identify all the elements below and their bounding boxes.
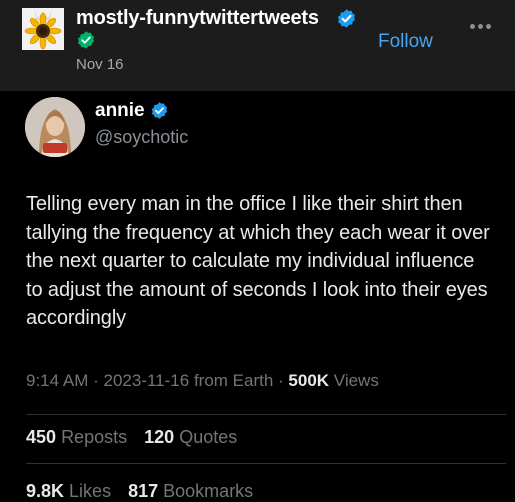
- reposts-count: 450: [26, 427, 57, 447]
- tweet-source: from Earth: [193, 371, 274, 390]
- likes-count: 9.8K: [26, 481, 65, 501]
- divider: [26, 414, 506, 415]
- reposts-quotes-stats: 450 Reposts 120 Quotes: [26, 427, 237, 448]
- verified-badge-icon: [151, 102, 168, 119]
- more-dot: [478, 24, 483, 29]
- likes-label: Likes: [69, 481, 112, 501]
- divider: [26, 463, 506, 464]
- tweet-handle: @soychotic: [95, 127, 189, 147]
- views-label: Views: [333, 371, 379, 390]
- views-count: 500K: [288, 371, 330, 390]
- post-date[interactable]: Nov 16: [76, 56, 124, 73]
- tweet-meta: 9:14 AM · 2023-11-16 from Earth · 500K V…: [26, 371, 379, 391]
- profile-photo-icon: [25, 97, 85, 157]
- tweet-date: 2023-11-16: [103, 371, 190, 390]
- tweet-display-name: annie: [95, 100, 145, 121]
- quotes-label: Quotes: [179, 427, 238, 447]
- tweet-time: 9:14 AM: [26, 371, 89, 390]
- blog-avatar[interactable]: [22, 8, 64, 50]
- quotes-count: 120: [144, 427, 175, 447]
- bookmarks-label: Bookmarks: [163, 481, 254, 501]
- likes-bookmarks-stats: 9.8K Likes 817 Bookmarks: [26, 481, 253, 502]
- separator: ·: [93, 371, 104, 390]
- more-dot: [486, 24, 491, 29]
- post-header: mostly-funnytwittertweets Nov 16 Follow: [0, 0, 515, 91]
- follow-button[interactable]: Follow: [378, 31, 433, 53]
- bookmarks-count: 817: [128, 481, 159, 501]
- verified-badge-icon: [338, 9, 355, 28]
- blog-name[interactable]: mostly-funnytwittertweets: [76, 7, 319, 30]
- separator: ·: [278, 371, 289, 390]
- more-dot: [470, 24, 475, 29]
- tweet-text: Telling every man in the office I like t…: [26, 193, 490, 329]
- reposts-label: Reposts: [61, 427, 128, 447]
- tweet-avatar: [25, 97, 85, 157]
- more-options-button[interactable]: [470, 16, 500, 36]
- sunflower-icon: [22, 8, 64, 50]
- verified-badge-icon: [77, 31, 95, 49]
- tweet-screenshot: annie @soychotic Telling every man in th…: [0, 91, 515, 502]
